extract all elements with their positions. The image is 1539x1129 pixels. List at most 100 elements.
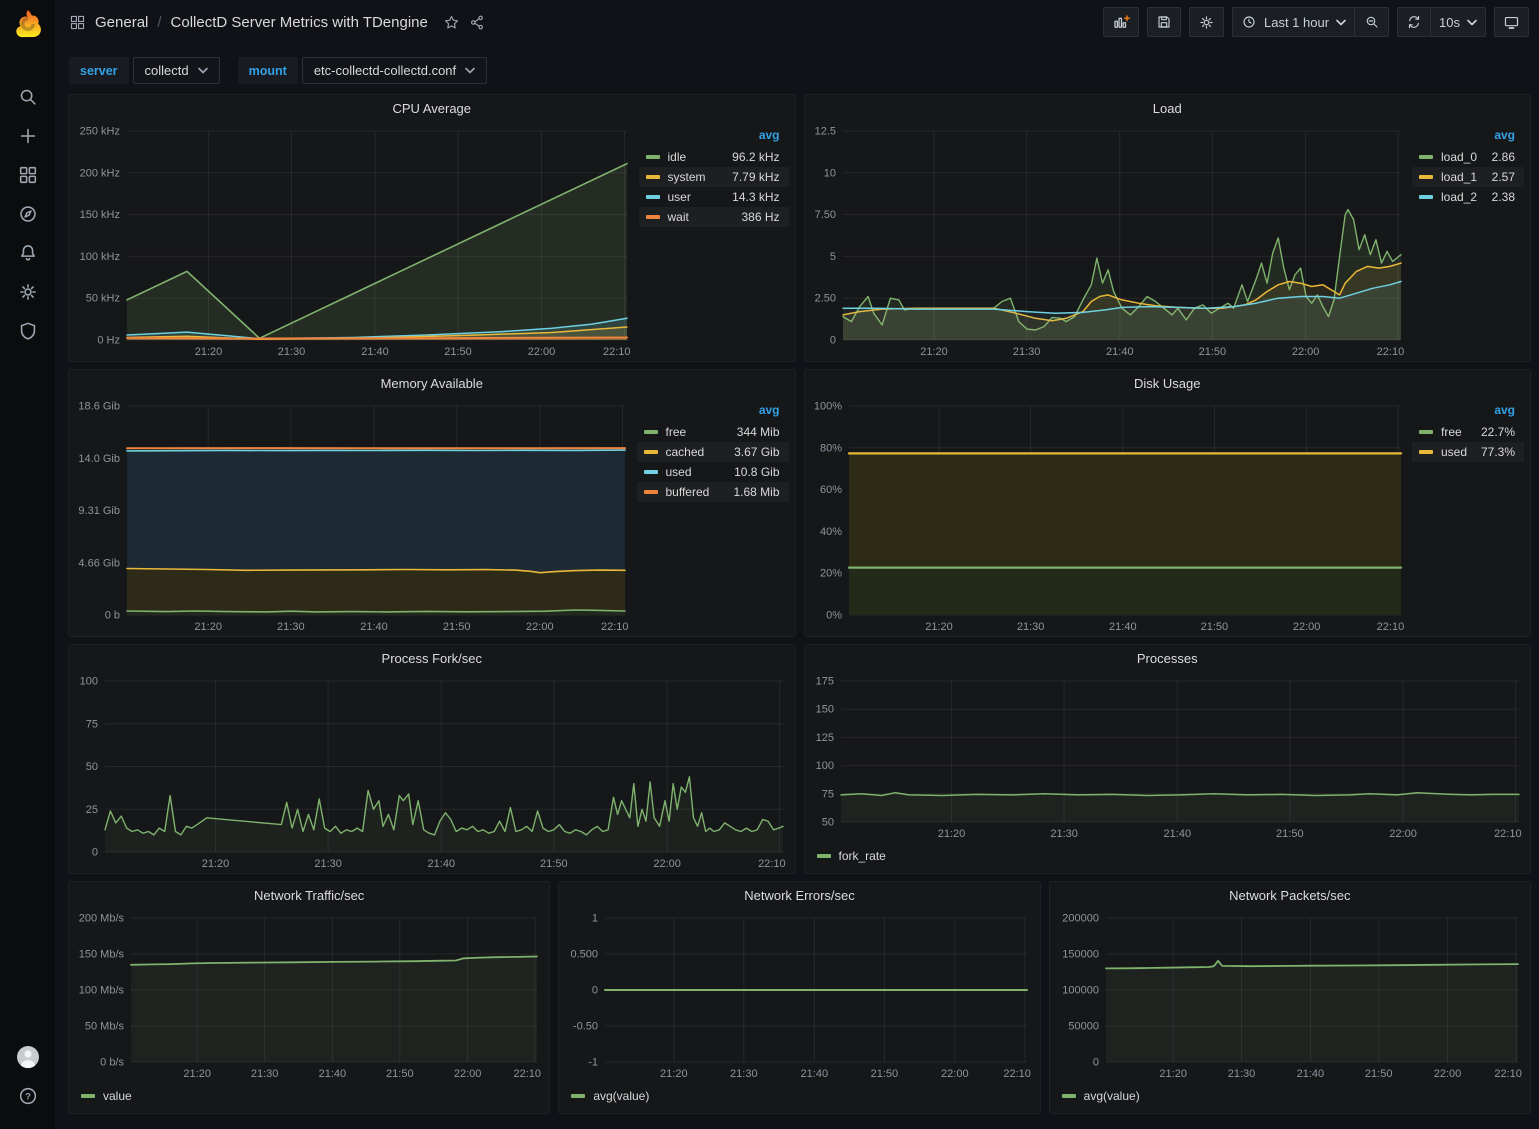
sidebar-profile-button[interactable] (0, 1037, 55, 1076)
legend-item-value[interactable]: value (81, 1089, 132, 1103)
share-button[interactable] (469, 14, 486, 31)
legend-series-value: 96.2 kHz (732, 150, 779, 164)
legend-avg-header[interactable]: avg (1412, 402, 1524, 422)
cycle-view-mode-button[interactable] (1494, 7, 1529, 37)
process-fork-chart[interactable]: 025507510021:2021:3021:4021:5022:0022:10 (69, 671, 795, 873)
sidebar-search-button[interactable] (0, 77, 55, 116)
legend-item-system[interactable]: system7.79 kHz (639, 167, 789, 187)
legend-item-avg(value)[interactable]: avg(value) (1062, 1089, 1140, 1103)
add-panel-button[interactable] (1103, 7, 1139, 37)
legend-series-name: value (103, 1089, 132, 1103)
legend-series-name: used (666, 465, 692, 479)
processes-chart[interactable]: 507510012515017521:2021:3021:4021:5022:0… (805, 671, 1531, 843)
sidebar-server-admin-button[interactable] (0, 311, 55, 350)
legend-item-used[interactable]: used77.3% (1412, 442, 1524, 462)
legend-item-free[interactable]: free344 Mib (637, 422, 789, 442)
legend-item-load_2[interactable]: load_22.38 (1412, 187, 1524, 207)
series-color-dash (644, 490, 658, 494)
x-axis-tick: 21:30 (314, 858, 342, 870)
legend-series-name: load_2 (1441, 190, 1477, 204)
x-axis-tick: 21:30 (251, 1068, 279, 1080)
dashboard-title[interactable]: CollectD Server Metrics with TDengine (171, 14, 428, 31)
panel-title-network-packets[interactable]: Network Packets/sec (1050, 882, 1530, 908)
panel-process-fork: Process Fork/sec 025507510021:2021:3021:… (68, 644, 796, 874)
panel-title-disk-usage[interactable]: Disk Usage (805, 370, 1531, 396)
breadcrumb: General / CollectD Server Metrics with T… (69, 14, 486, 31)
series-cached-area (127, 569, 625, 616)
panel-title-process-fork[interactable]: Process Fork/sec (69, 645, 795, 671)
x-axis-tick: 21:20 (660, 1068, 688, 1080)
legend-item-idle[interactable]: idle 96.2 kHz (639, 147, 789, 167)
legend-item-avg(value)[interactable]: avg(value) (571, 1089, 649, 1103)
settings-gear-icon (1198, 14, 1215, 31)
load-chart[interactable]: 02.5057.501012.521:2021:3021:4021:5022:0… (805, 121, 1413, 361)
series-color-dash (571, 1094, 585, 1098)
legend-item-used[interactable]: used10.8 Gib (637, 462, 789, 482)
cpu-average-chart[interactable]: 0 Hz50 kHz100 kHz150 kHz200 kHz250 kHz21… (69, 121, 639, 361)
star-icon (443, 14, 460, 31)
var-mount-value-dropdown[interactable]: etc-collectd-collectd.conf (302, 57, 487, 84)
network-traffic-chart[interactable]: 0 b/s50 Mb/s100 Mb/s150 Mb/s200 Mb/s21:2… (69, 908, 549, 1083)
time-range-picker[interactable]: Last 1 hour (1232, 7, 1355, 37)
zoom-out-icon (1364, 14, 1380, 30)
save-dashboard-button[interactable] (1147, 7, 1181, 37)
dashboard-settings-button[interactable] (1189, 7, 1224, 37)
x-axis-tick: 22:00 (1433, 1068, 1461, 1080)
legend-series-name: idle (668, 150, 687, 164)
refresh-dashboard-button[interactable] (1397, 7, 1431, 37)
legend-item-free[interactable]: free22.7% (1412, 422, 1524, 442)
y-axis-tick: 18.6 Gib (78, 401, 120, 413)
x-axis-tick: 21:50 (1365, 1068, 1393, 1080)
panel-title-network-errors[interactable]: Network Errors/sec (559, 882, 1039, 908)
y-axis-tick: 100 (80, 676, 98, 688)
legend-series-value: 14.3 kHz (732, 190, 779, 204)
y-axis-tick: 0 b/s (100, 1057, 124, 1069)
network-packets-chart[interactable]: 05000010000015000020000021:2021:3021:402… (1050, 908, 1530, 1083)
x-axis-tick: 21:20 (925, 621, 953, 633)
series-color-dash (1419, 155, 1433, 159)
series-color-dash (646, 175, 660, 179)
chart-svg: 0 b/s50 Mb/s100 Mb/s150 Mb/s200 Mb/s21:2… (69, 908, 549, 1083)
panel-network-packets: Network Packets/sec 05000010000015000020… (1049, 881, 1531, 1114)
panel-title-network-traffic[interactable]: Network Traffic/sec (69, 882, 549, 908)
x-axis-tick: 21:40 (1109, 621, 1137, 633)
panel-title-load[interactable]: Load (805, 95, 1531, 121)
memory-available-chart[interactable]: 0 b4.66 Gib9.31 Gib14.0 Gib18.6 Gib21:20… (69, 396, 637, 636)
y-axis-tick: 12.5 (814, 126, 835, 138)
sidebar-explore-button[interactable] (0, 194, 55, 233)
sidebar-configuration-button[interactable] (0, 272, 55, 311)
panel-title-cpu-average[interactable]: CPU Average (69, 95, 795, 121)
legend-item-load_1[interactable]: load_12.57 (1412, 167, 1524, 187)
x-axis-tick: 22:00 (454, 1068, 482, 1080)
y-axis-tick: 0 Hz (97, 335, 120, 347)
legend-series-name: free (666, 425, 687, 439)
y-axis-tick: 40% (819, 526, 841, 538)
sidebar-dashboards-button[interactable] (0, 155, 55, 194)
zoom-out-time-button[interactable] (1355, 7, 1389, 37)
sidebar-help-button[interactable]: ? (0, 1076, 55, 1115)
sidebar-alerting-button[interactable] (0, 233, 55, 272)
legend-item-load_0[interactable]: load_02.86 (1412, 147, 1524, 167)
grafana-logo-button[interactable] (12, 8, 44, 43)
legend-avg-header[interactable]: avg (1412, 127, 1524, 147)
panel-title-memory-available[interactable]: Memory Available (69, 370, 795, 396)
legend-item-user[interactable]: user14.3 kHz (639, 187, 789, 207)
x-axis-tick: 21:20 (194, 621, 222, 633)
legend-item-buffered[interactable]: buffered1.68 Mib (637, 482, 789, 502)
disk-usage-chart[interactable]: 0%20%40%60%80%100%21:2021:3021:4021:5022… (805, 396, 1413, 636)
series-color-dash (817, 854, 831, 858)
legend-item-cached[interactable]: cached3.67 Gib (637, 442, 789, 462)
var-server-value-dropdown[interactable]: collectd (133, 57, 220, 84)
legend-avg-header[interactable]: avg (639, 127, 789, 147)
sidebar-create-button[interactable] (0, 116, 55, 155)
network-errors-chart[interactable]: -1-0.5000.500121:2021:3021:4021:5022:002… (559, 908, 1039, 1083)
legend-item-fork_rate[interactable]: fork_rate (817, 849, 886, 863)
star-button[interactable] (443, 14, 460, 31)
legend-avg-header[interactable]: avg (637, 402, 789, 422)
legend-item-wait[interactable]: wait386 Hz (639, 207, 789, 227)
panel-title-processes[interactable]: Processes (805, 645, 1531, 671)
refresh-interval-dropdown[interactable]: 10s (1431, 7, 1486, 37)
breadcrumb-section[interactable]: General (95, 14, 148, 31)
legend-series-name: wait (668, 210, 689, 224)
x-axis-tick: 22:10 (758, 858, 786, 870)
